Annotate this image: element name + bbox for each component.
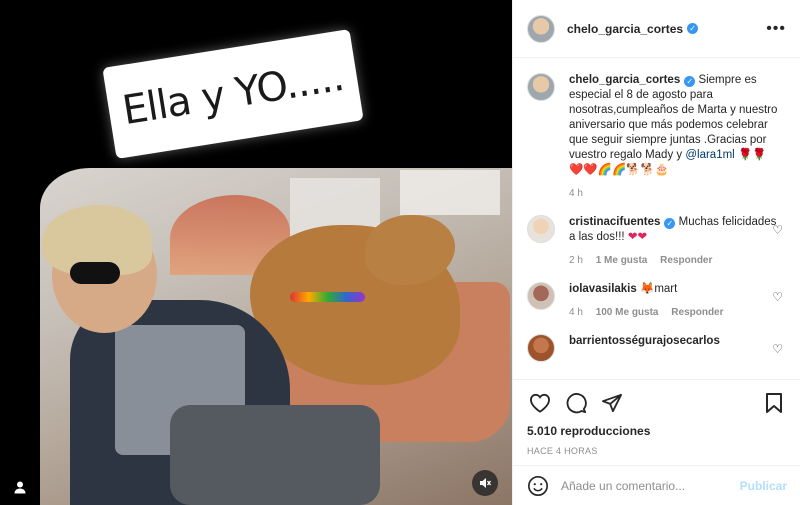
video-caption-sticker: Ella y YO..... bbox=[102, 29, 364, 159]
comment-item: barrientosségurajosecarlos ♡ bbox=[527, 334, 787, 362]
like-comment-heart-icon[interactable]: ♡ bbox=[772, 223, 783, 237]
tagged-users-button[interactable] bbox=[8, 475, 32, 499]
comment-emoji: 🦊 bbox=[639, 283, 655, 295]
post-header: chelo_garcia_cortes ✓ ••• bbox=[513, 0, 800, 58]
caption-text: Siempre es especial el 8 de agosto para … bbox=[569, 74, 778, 161]
reply-button[interactable]: Responder bbox=[671, 307, 723, 318]
like-comment-heart-icon[interactable]: ♡ bbox=[772, 342, 783, 356]
more-options-icon[interactable]: ••• bbox=[766, 20, 786, 38]
avatar[interactable] bbox=[527, 215, 555, 243]
photo-sunglasses bbox=[70, 262, 120, 284]
photo-shorts bbox=[170, 405, 380, 505]
like-heart-icon[interactable] bbox=[527, 390, 553, 416]
reply-button[interactable]: Responder bbox=[660, 255, 712, 266]
comment-username[interactable]: barrientosségurajosecarlos bbox=[569, 335, 720, 347]
caption: chelo_garcia_cortes ✓ Siempre es especial… bbox=[527, 73, 787, 201]
comment-text: mart bbox=[654, 283, 678, 295]
comment-time[interactable]: 2 h bbox=[569, 255, 583, 266]
instagram-post-modal: Ella y YO..... chelo_garcia_cortes ✓ ••• bbox=[0, 0, 800, 505]
verified-badge-icon: ✓ bbox=[664, 218, 676, 229]
like-comment-heart-icon[interactable]: ♡ bbox=[772, 290, 783, 304]
caption-username[interactable]: chelo_garcia_cortes bbox=[569, 74, 680, 86]
comment-username[interactable]: cristinacifuentes bbox=[569, 216, 660, 228]
verified-badge-icon: ✓ bbox=[687, 23, 699, 34]
comment-likes[interactable]: 100 Me gusta bbox=[596, 307, 659, 318]
comment-username[interactable]: iolavasilakis bbox=[569, 283, 637, 295]
post-author-username[interactable]: chelo_garcia_cortes bbox=[567, 22, 683, 36]
share-paper-plane-icon[interactable] bbox=[599, 390, 625, 416]
avatar[interactable] bbox=[527, 282, 555, 310]
mute-button[interactable] bbox=[472, 470, 498, 496]
user-icon bbox=[14, 481, 26, 494]
comment-likes[interactable]: 1 Me gusta bbox=[596, 255, 648, 266]
comment-emojis: ❤❤ bbox=[627, 231, 648, 243]
photo-chair bbox=[400, 170, 500, 215]
comments-list[interactable]: chelo_garcia_cortes ✓ Siempre es especial… bbox=[513, 59, 800, 379]
caption-mention-link[interactable]: @lara1ml bbox=[685, 149, 734, 161]
comment-item: cristinacifuentes ✓ Muchas felicidades a … bbox=[527, 215, 787, 268]
views-count[interactable]: 5.010 reproducciones bbox=[527, 424, 787, 438]
post-details-panel: chelo_garcia_cortes ✓ ••• chelo_garcia_c… bbox=[512, 0, 800, 505]
add-comment-bar: Publicar bbox=[513, 465, 800, 505]
video-player[interactable]: Ella y YO..... bbox=[0, 0, 512, 505]
avatar[interactable] bbox=[527, 14, 555, 43]
avatar[interactable] bbox=[527, 334, 555, 362]
comment-item: iolavasilakis 🦊mart 4 h 100 Me gusta Res… bbox=[527, 282, 787, 320]
publish-button[interactable]: Publicar bbox=[740, 479, 787, 493]
comment-input[interactable] bbox=[561, 478, 740, 493]
comment-time[interactable]: 4 h bbox=[569, 307, 583, 318]
caption-time[interactable]: 4 h bbox=[569, 188, 583, 199]
post-timestamp[interactable]: HACE 4 HORAS bbox=[527, 446, 787, 456]
avatar[interactable] bbox=[527, 73, 555, 101]
post-actions: 5.010 reproducciones HACE 4 HORAS bbox=[513, 379, 800, 456]
emoji-smiley-icon[interactable] bbox=[527, 475, 549, 497]
photo-dog-collar bbox=[290, 292, 365, 302]
save-bookmark-icon[interactable] bbox=[761, 390, 787, 416]
comment-bubble-icon[interactable] bbox=[563, 390, 589, 416]
speaker-muted-icon bbox=[480, 478, 492, 488]
verified-badge-icon: ✓ bbox=[684, 76, 696, 87]
